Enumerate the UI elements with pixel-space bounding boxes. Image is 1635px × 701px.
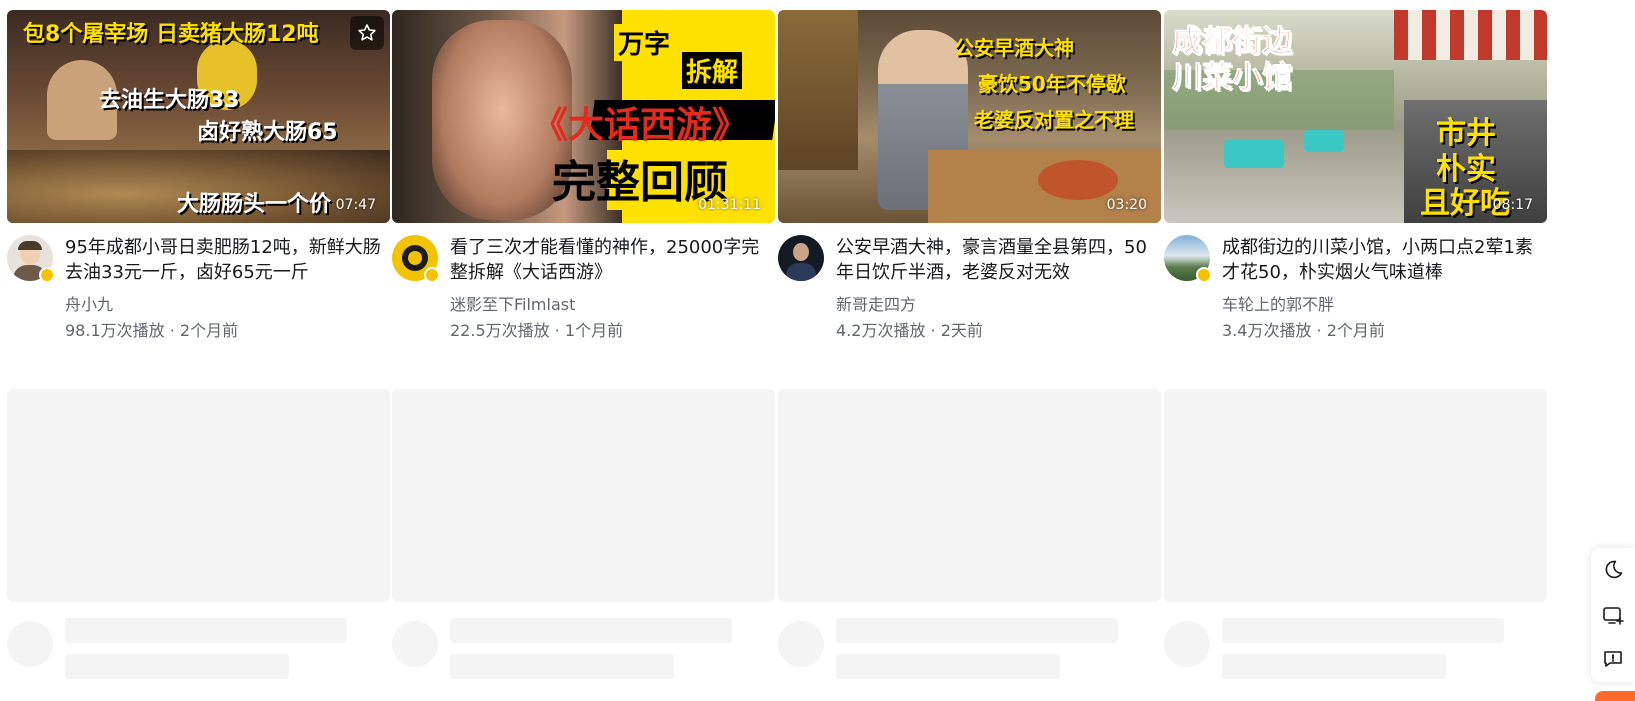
- video-meta: 22.5万次播放 · 1个月前: [450, 321, 624, 340]
- skeleton-meta-line: [1222, 654, 1446, 679]
- theme-toggle-button[interactable]: [1601, 558, 1625, 582]
- video-duration: 01:31:11: [698, 197, 761, 213]
- feedback-button[interactable]: [1601, 647, 1625, 671]
- skeleton-card: [778, 389, 1161, 679]
- video-meta: 4.2万次播放 · 2天前: [836, 321, 983, 340]
- skeleton-avatar: [392, 621, 438, 667]
- moon-icon: [1605, 560, 1623, 579]
- video-author[interactable]: 新哥走四方: [836, 291, 916, 315]
- video-thumbnail[interactable]: 万字 拆解 《大话西游》 完整回顾 01:31:11: [392, 10, 775, 223]
- skeleton-card: [7, 389, 390, 679]
- thumbnail-caption: 卤好熟大肠65: [197, 120, 338, 145]
- star-outline-icon: [358, 24, 376, 41]
- avatar[interactable]: [778, 235, 824, 281]
- skeleton-card: [1164, 389, 1547, 679]
- video-title[interactable]: 95年成都小哥日卖肥肠12吨，新鲜大肠去油33元一斤，卤好65元一斤: [65, 235, 385, 285]
- skeleton-meta-line: [450, 654, 674, 679]
- skeleton-avatar: [7, 621, 53, 667]
- skeleton-thumbnail: [392, 389, 775, 602]
- video-title[interactable]: 公安早酒大神，豪言酒量全县第四，50年日饮斤半酒，老婆反对无效: [836, 235, 1156, 285]
- video-card[interactable]: 万字 拆解 《大话西游》 完整回顾 01:31:11 看了三次才能看懂的神作，2…: [392, 10, 775, 343]
- favorite-button[interactable]: [350, 16, 384, 50]
- thumbnail-caption: 公安早酒大神: [954, 36, 1074, 60]
- skeleton-meta-line: [836, 654, 1060, 679]
- skeleton-thumbnail: [7, 389, 390, 602]
- video-meta: 98.1万次播放 · 2个月前: [65, 321, 239, 340]
- video-card[interactable]: 成都街边 川菜小馆 市井 朴实 且好吃 08:17 成都街边的川菜小馆，小两口点…: [1164, 10, 1547, 343]
- thumbnail-caption: 包8个屠宰场 日卖猪大肠12吨: [23, 22, 319, 47]
- verified-badge-icon: [424, 267, 440, 283]
- skeleton-avatar: [1164, 621, 1210, 667]
- verified-badge-icon: [39, 267, 55, 283]
- video-duration: 07:47: [335, 197, 376, 213]
- skeleton-meta-line: [65, 654, 289, 679]
- thumbnail-caption: 《大话西游》: [532, 105, 749, 146]
- skeleton-thumbnail: [1164, 389, 1547, 602]
- video-card[interactable]: 包8个屠宰场 日卖猪大肠12吨 去油生大肠33 卤好熟大肠65 大肠肠头一个价 …: [7, 10, 390, 343]
- video-title[interactable]: 看了三次才能看懂的神作，25000字完整拆解《大话西游》: [450, 235, 770, 285]
- video-author[interactable]: 车轮上的郭不胖: [1222, 291, 1334, 315]
- video-duration: 08:17: [1492, 197, 1533, 213]
- thumbnail-caption: 去油生大肠33: [99, 88, 240, 113]
- video-author[interactable]: 迷影至下Filmlast: [450, 291, 575, 315]
- video-thumbnail[interactable]: 公安早酒大神 豪饮50年不停歇 老婆反对置之不理 03:20: [778, 10, 1161, 223]
- skeleton-avatar: [778, 621, 824, 667]
- video-meta: 3.4万次播放 · 2个月前: [1222, 321, 1385, 340]
- verified-badge-icon: [1196, 267, 1212, 283]
- thumbnail-caption: 老婆反对置之不理: [974, 108, 1134, 132]
- thumbnail-caption: 川菜小馆: [1172, 60, 1293, 96]
- orange-corner-tab[interactable]: [1595, 691, 1635, 701]
- thumbnail-caption: 拆解: [682, 52, 743, 89]
- video-card[interactable]: 公安早酒大神 豪饮50年不停歇 老婆反对置之不理 03:20 公安早酒大神，豪言…: [778, 10, 1161, 343]
- feedback-icon: [1604, 651, 1622, 667]
- video-duration: 03:20: [1106, 197, 1147, 213]
- thumbnail-caption: 大肠肠头一个价: [177, 192, 332, 217]
- video-thumbnail[interactable]: 包8个屠宰场 日卖猪大肠12吨 去油生大肠33 卤好熟大肠65 大肠肠头一个价 …: [7, 10, 390, 223]
- video-author[interactable]: 舟小九: [65, 291, 113, 315]
- screen-mode-button[interactable]: [1601, 603, 1625, 627]
- video-title[interactable]: 成都街边的川菜小馆，小两口点2荤1素才花50，朴实烟火气味道棒: [1222, 235, 1542, 285]
- thumbnail-caption: 万字: [614, 24, 675, 61]
- screen-plus-icon: [1603, 607, 1624, 625]
- skeleton-card: [392, 389, 775, 679]
- skeleton-title-line: [450, 618, 732, 643]
- skeleton-title-line: [65, 618, 347, 643]
- video-thumbnail[interactable]: 成都街边 川菜小馆 市井 朴实 且好吃 08:17: [1164, 10, 1547, 223]
- thumbnail-caption: 豪饮50年不停歇: [978, 72, 1126, 96]
- skeleton-title-line: [836, 618, 1118, 643]
- skeleton-title-line: [1222, 618, 1504, 643]
- skeleton-thumbnail: [778, 389, 1161, 602]
- side-toolbar: [1591, 548, 1635, 682]
